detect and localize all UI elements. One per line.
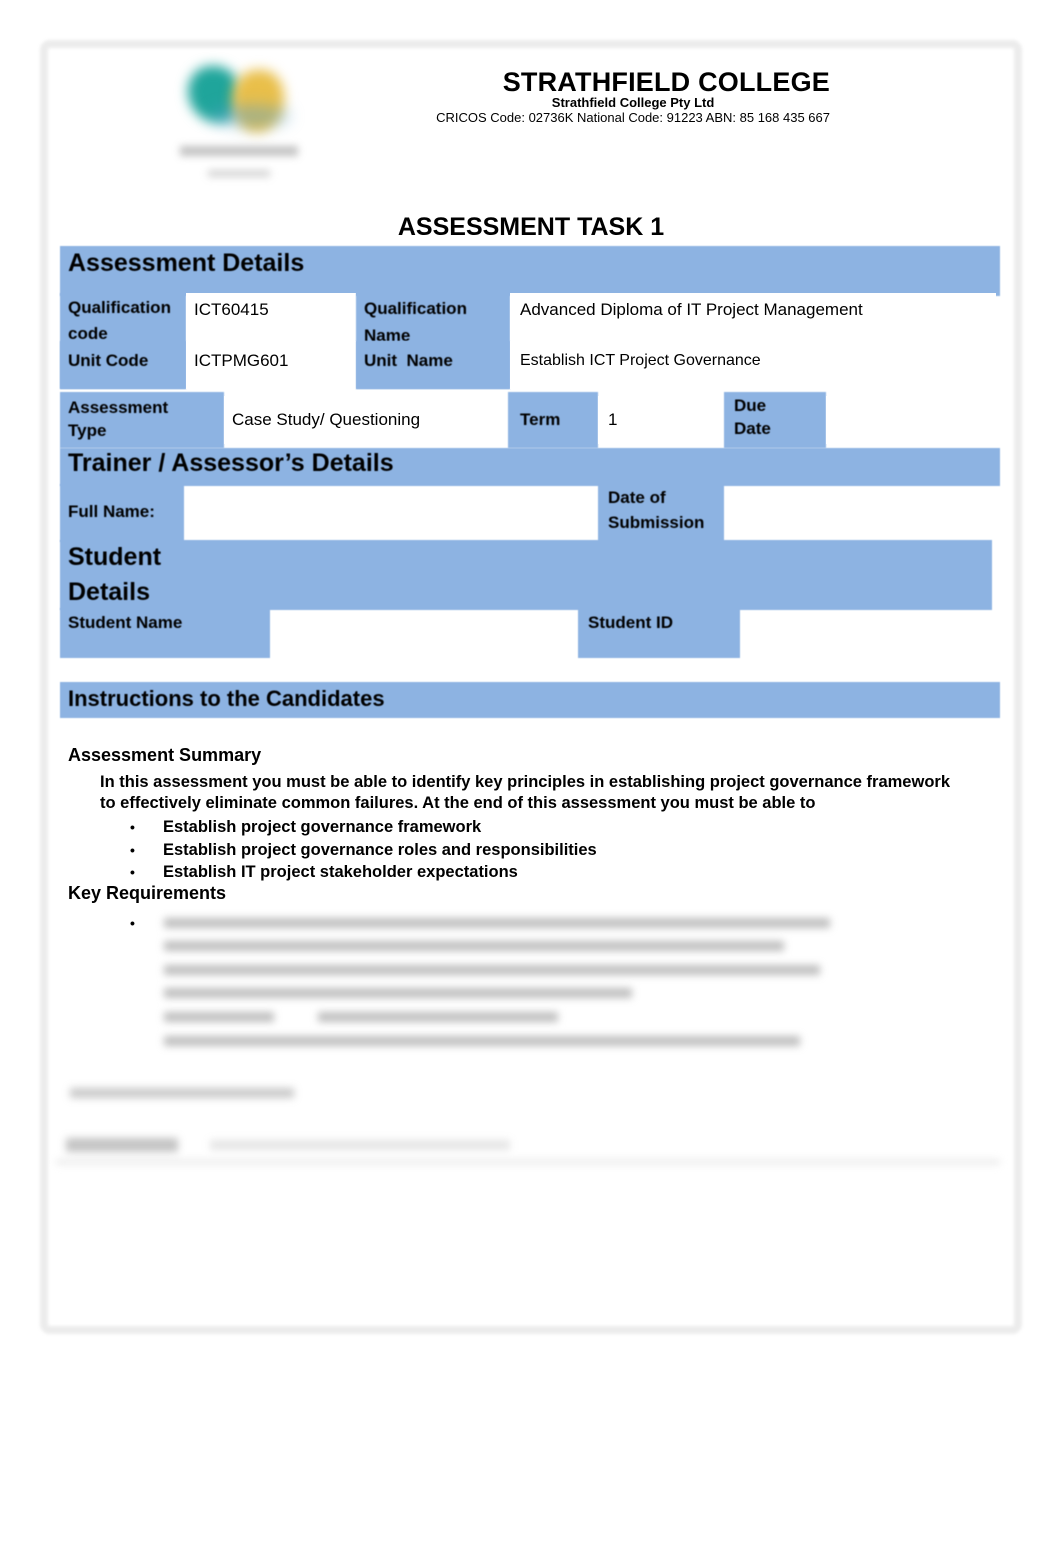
- obscured-heading: [70, 1088, 294, 1098]
- obscured-line: [164, 965, 820, 975]
- obscured-line: [318, 1012, 558, 1022]
- obscured-content: [0, 0, 1062, 1200]
- obscured-line: [164, 1012, 274, 1022]
- obscured-label: [66, 1138, 178, 1152]
- obscured-line: [164, 941, 784, 951]
- obscured-line: [164, 1036, 800, 1046]
- obscured-line: [164, 918, 830, 928]
- obscured-divider: [56, 1160, 1000, 1164]
- obscured-line: [164, 988, 632, 998]
- obscured-value: [210, 1140, 510, 1150]
